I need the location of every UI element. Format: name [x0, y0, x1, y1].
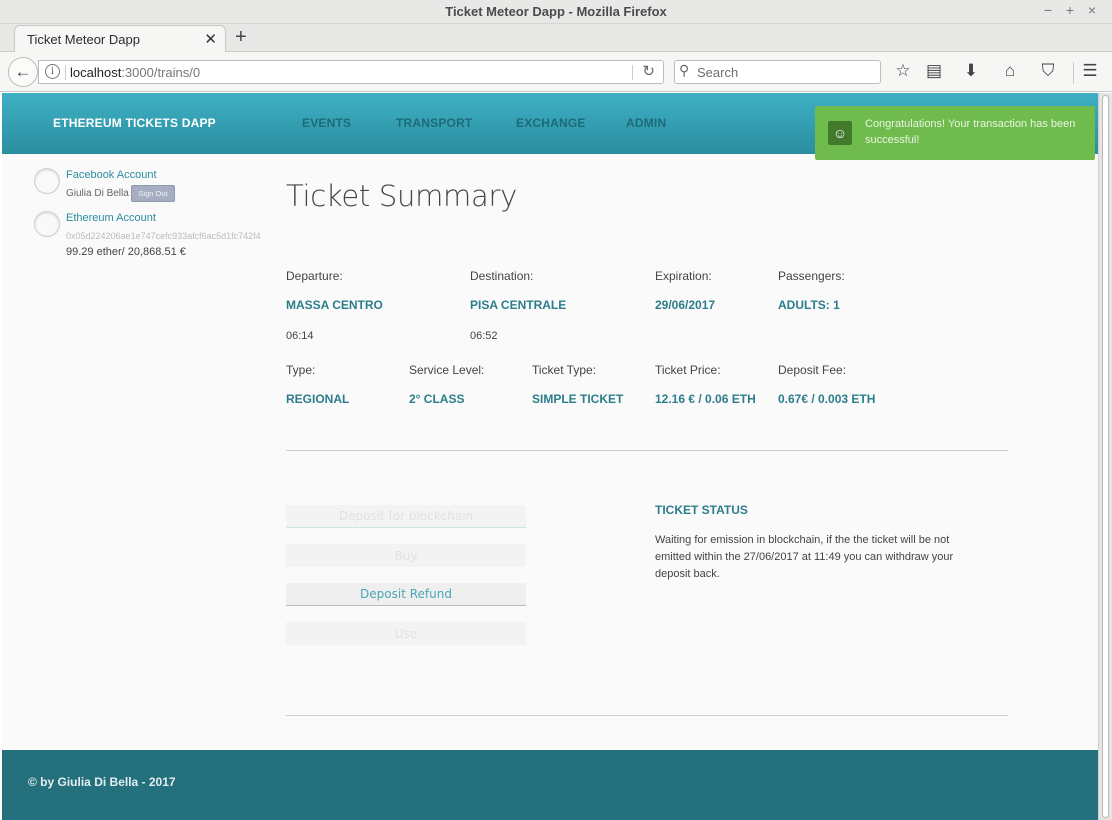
close-tab-icon[interactable]: ✕	[204, 30, 217, 48]
facebook-avatar	[34, 168, 60, 194]
type-label: Type:	[286, 363, 316, 377]
footer-copyright: © by Giulia Di Bella - 2017	[28, 775, 176, 789]
close-window-icon[interactable]: ×	[1082, 2, 1102, 18]
divider	[65, 65, 66, 80]
ticket-type-label: Ticket Type:	[532, 363, 597, 377]
page-title: Ticket Summary	[286, 179, 517, 213]
url-text[interactable]: localhost:3000/trains/0	[70, 65, 200, 80]
success-notification[interactable]: ☺ Congratulations! Your transaction has …	[815, 106, 1095, 160]
expiration-value: 29/06/2017	[655, 298, 716, 312]
deposit-fee-label: Deposit Fee:	[778, 363, 847, 377]
passengers-value: ADULTS: 1	[778, 298, 840, 312]
ticket-status-heading: TICKET STATUS	[655, 503, 748, 517]
facebook-account-link[interactable]: Facebook Account	[66, 169, 157, 181]
deposit-fee-value: 0.67€ / 0.003 ETH	[778, 392, 876, 406]
buy-button[interactable]: Buy	[286, 544, 526, 567]
new-tab-icon[interactable]: +	[235, 26, 247, 49]
use-button[interactable]: Use	[286, 622, 526, 645]
tab-title: Ticket Meteor Dapp	[27, 32, 140, 47]
destination-label: Destination:	[470, 269, 534, 283]
menu-icon[interactable]: ☰	[1078, 61, 1102, 81]
home-icon[interactable]: ⌂	[998, 61, 1022, 81]
site-footer: © by Giulia Di Bella - 2017	[2, 750, 1098, 820]
nav-events[interactable]: EVENTS	[302, 116, 351, 130]
back-button[interactable]: ←	[8, 57, 38, 87]
divider	[286, 715, 1008, 716]
ticket-price-label: Ticket Price:	[655, 363, 721, 377]
site-info-icon[interactable]: i	[45, 64, 60, 79]
minimize-icon[interactable]: −	[1038, 2, 1058, 18]
smiley-icon: ☺	[828, 121, 852, 145]
ethereum-account-link[interactable]: Ethereum Account	[66, 212, 156, 224]
ethereum-address: 0x05d224206ae1e747cefc933afcf6ac5d1fc742…	[66, 231, 261, 241]
search-box[interactable]: ⚲	[674, 60, 881, 84]
nav-admin[interactable]: ADMIN	[626, 116, 666, 130]
window-titlebar: Ticket Meteor Dapp - Mozilla Firefox − +…	[0, 0, 1112, 24]
downloads-icon[interactable]: ⬇	[959, 61, 983, 81]
deposit-refund-button[interactable]: Deposit Refund	[286, 583, 526, 606]
service-level-value: 2° CLASS	[409, 392, 465, 406]
destination-time: 06:52	[470, 330, 498, 342]
departure-value: MASSA CENTRO	[286, 298, 383, 312]
ticket-status-text: Waiting for emission in blockchain, if t…	[655, 534, 954, 580]
window-title: Ticket Meteor Dapp - Mozilla Firefox	[445, 4, 667, 19]
service-level-label: Service Level:	[409, 363, 485, 377]
passengers-label: Passengers:	[778, 269, 845, 283]
divider	[1073, 62, 1074, 84]
destination-value: PISA CENTRALE	[470, 298, 567, 312]
deposit-for-blockchain-button[interactable]: Deposit for blockchain	[286, 505, 526, 528]
search-icon: ⚲	[679, 62, 690, 78]
ethereum-balance: 99.29 ether/ 20,868.51 €	[66, 246, 186, 258]
tab-strip: Ticket Meteor Dapp ✕ +	[0, 24, 1112, 53]
reload-icon[interactable]: ↻	[642, 62, 655, 80]
bookmark-star-icon[interactable]: ☆	[891, 61, 915, 81]
ticket-type-value: SIMPLE TICKET	[532, 392, 624, 406]
nav-exchange[interactable]: EXCHANGE	[516, 116, 586, 130]
departure-label: Departure:	[286, 269, 343, 283]
departure-time: 06:14	[286, 330, 314, 342]
browser-toolbar: i localhost:3000/trains/0 ↻ ← ⚲ ☆ ▤ ⬇ ⌂ …	[0, 52, 1112, 92]
page-scrollbar[interactable]	[1098, 93, 1112, 820]
user-name: Giulia Di Bella	[66, 188, 129, 199]
url-bar[interactable]: i localhost:3000/trains/0 ↻	[38, 60, 664, 84]
notification-message: Congratulations! Your transaction has be…	[865, 118, 1076, 146]
ticket-price-value: 12.16 € / 0.06 ETH	[655, 392, 756, 406]
browser-tab[interactable]: Ticket Meteor Dapp ✕	[14, 25, 226, 53]
divider	[286, 450, 1008, 451]
pocket-icon[interactable]: ⛉	[1036, 61, 1060, 81]
nav-transport[interactable]: TRANSPORT	[396, 116, 472, 130]
expiration-label: Expiration:	[655, 269, 712, 283]
reading-list-icon[interactable]: ▤	[922, 61, 946, 81]
ethereum-avatar	[34, 211, 60, 237]
maximize-icon[interactable]: +	[1060, 2, 1080, 18]
sign-out-button[interactable]: Sign Out	[131, 185, 175, 202]
web-page: ETHEREUM TICKETS DAPP EVENTS TRANSPORT E…	[2, 93, 1098, 820]
type-value: REGIONAL	[286, 392, 350, 406]
brand-logo[interactable]: ETHEREUM TICKETS DAPP	[53, 116, 216, 130]
scrollbar-thumb[interactable]	[1102, 95, 1109, 818]
search-input[interactable]	[697, 63, 877, 81]
divider	[632, 65, 633, 80]
back-arrow-icon: ←	[14, 62, 32, 81]
